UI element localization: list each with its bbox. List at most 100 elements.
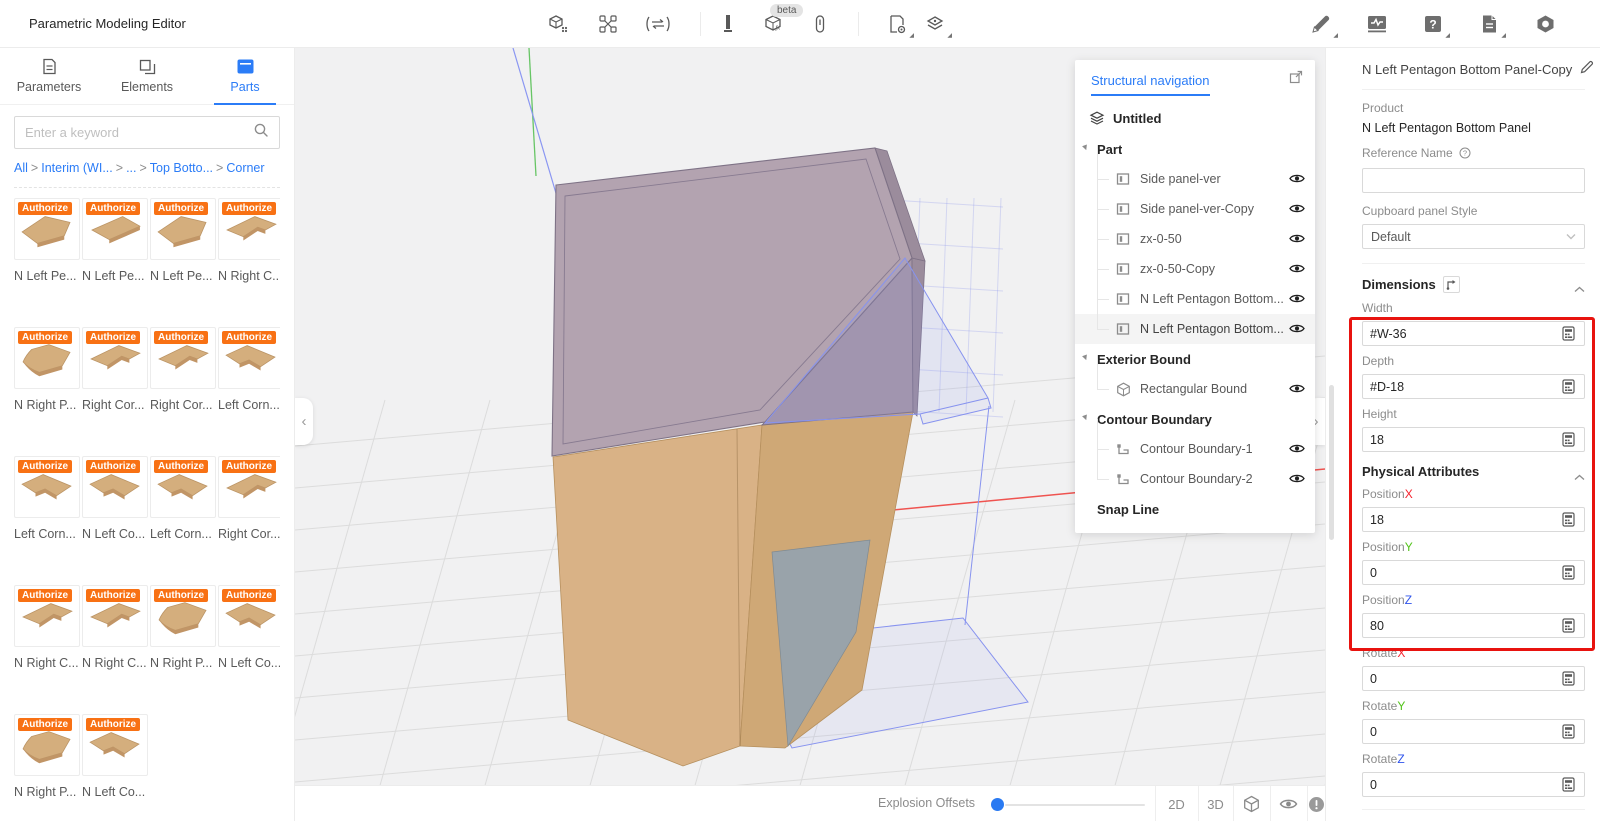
part-thumbnail[interactable]: Authorize [150,585,216,647]
node-network-icon[interactable] [595,11,621,37]
pencil-icon[interactable]: ◢ [1308,11,1338,39]
visibility-button[interactable] [1270,786,1307,821]
help-circle-icon[interactable]: ? [1459,147,1471,162]
swap-horizontal-icon[interactable] [645,11,671,37]
cube-view-button[interactable] [1233,786,1270,821]
tree-row[interactable]: Contour Boundary-2 [1075,449,1315,494]
reference-name-field[interactable] [1362,168,1585,193]
part-card[interactable]: Authorize N Right C... [82,585,148,698]
visibility-eye-icon[interactable] [1289,472,1305,486]
field-input[interactable] [1362,560,1585,585]
doc-export-icon[interactable]: ◢ [884,11,914,39]
viewport-3d[interactable]: ‹ › Structural navigation Untitled ▾ Par… [295,48,1325,821]
part-thumbnail[interactable]: Authorize [14,585,80,647]
mode-3d-button[interactable]: 3D [1198,786,1233,821]
search-icon[interactable] [253,122,269,143]
tree-row[interactable]: Side panel-ver-Copy [1075,179,1315,224]
rename-pencil-icon[interactable] [1580,60,1594,79]
keyword-search[interactable] [14,116,280,149]
field-input[interactable] [1362,772,1585,797]
field-input[interactable] [1362,507,1585,532]
calculator-icon[interactable] [1562,671,1577,687]
part-thumbnail[interactable]: Authorize [82,585,148,647]
part-card[interactable]: Authorize Left Corn... [150,456,216,569]
explosion-slider-handle[interactable] [991,798,1004,811]
part-thumbnail[interactable]: Authorize [82,198,148,260]
field-input[interactable] [1362,719,1585,744]
part-thumbnail[interactable]: Authorize [82,327,148,389]
part-thumbnail[interactable]: Authorize [14,327,80,389]
collapse-section-icon[interactable] [1574,280,1585,298]
field-input[interactable] [1362,666,1585,691]
cupboard-style-select[interactable]: Default [1362,224,1585,249]
tree-row[interactable]: N Left Pentagon Bottom... [1075,269,1315,314]
document-icon[interactable]: ◢ [1476,11,1506,39]
field-input[interactable] [1362,374,1585,399]
tree-row[interactable]: Rectangular Bound [1075,359,1315,404]
tree-row[interactable]: zx-0-50-Copy [1075,239,1315,284]
tree-row[interactable]: Snap Line [1075,494,1315,524]
part-thumbnail[interactable]: Authorize [218,327,280,389]
warning-button[interactable] [1307,786,1325,821]
reference-name-input[interactable] [1370,173,1577,188]
tab-elements[interactable]: Elements [98,48,196,104]
pillar-icon[interactable] [715,11,741,37]
tree-row[interactable]: Side panel-ver [1075,149,1315,194]
breadcrumb-item[interactable]: All [14,161,28,175]
tab-parts[interactable]: Parts [196,48,294,105]
visibility-eye-icon[interactable] [1289,292,1305,306]
part-thumbnail[interactable]: Authorize [14,456,80,518]
calculator-icon[interactable] [1562,565,1577,581]
visibility-eye-icon[interactable] [1289,172,1305,186]
part-thumbnail[interactable]: Authorize [218,198,280,260]
calculator-icon[interactable] [1562,618,1577,634]
part-card[interactable]: Authorize N Left Co... [82,456,148,569]
tree-row[interactable]: Untitled [1075,102,1315,134]
part-thumbnail[interactable]: Authorize [150,198,216,260]
tree-row[interactable]: Internal Zone [1075,524,1315,534]
tree-row[interactable]: Part [1075,134,1315,164]
model-cube-icon[interactable] [545,11,571,37]
part-card[interactable]: Authorize N Left Co... [218,585,280,698]
tab-parameters[interactable]: Parameters [0,48,98,104]
tree-row[interactable]: Contour Boundary [1075,404,1315,434]
part-card[interactable]: Authorize Left Corn... [14,456,80,569]
part-card[interactable]: Authorize N Left Pe... [14,198,80,311]
visibility-eye-icon[interactable] [1289,322,1305,336]
calculator-icon[interactable] [1562,326,1577,342]
visibility-eye-icon[interactable] [1289,262,1305,276]
geo-layers-icon[interactable]: ◢ [922,11,952,39]
collapse-section-icon[interactable] [1574,468,1585,486]
dimension-flow-icon[interactable] [1442,276,1460,293]
part-card[interactable]: Authorize N Right C... [218,198,280,311]
collapse-left-panel-handle[interactable]: ‹ [295,398,313,445]
part-card[interactable]: Authorize Right Cor... [218,456,280,569]
calculator-icon[interactable] [1562,512,1577,528]
tree-row[interactable]: N Left Pentagon Bottom... [1075,299,1315,344]
part-card[interactable]: Authorize Right Cor... [82,327,148,440]
part-thumbnail[interactable]: Authorize [218,456,280,518]
settings-nut-icon[interactable] [1532,11,1558,37]
activity-monitor-icon[interactable] [1364,11,1390,37]
part-thumbnail[interactable]: Authorize [150,327,216,389]
mode-2d-button[interactable]: 2D [1155,786,1198,821]
tree-row[interactable]: Exterior Bound [1075,344,1315,374]
calculator-icon[interactable] [1562,432,1577,448]
part-card[interactable]: Authorize N Left Pe... [150,198,216,311]
part-card[interactable]: Authorize Right Cor... [150,327,216,440]
field-input[interactable] [1362,321,1585,346]
part-card[interactable]: Authorize N Right P... [14,714,80,821]
breadcrumb-item[interactable]: ... [126,161,136,175]
visibility-eye-icon[interactable] [1289,442,1305,456]
part-thumbnail[interactable]: Authorize [150,456,216,518]
part-card[interactable]: Authorize N Right C... [14,585,80,698]
breadcrumb-item[interactable]: Top Botto... [150,161,213,175]
part-thumbnail[interactable]: Authorize [218,585,280,647]
field-input[interactable] [1362,613,1585,638]
part-card[interactable]: Authorize N Right P... [150,585,216,698]
breadcrumb-item[interactable]: Interim (WI... [41,161,113,175]
part-thumbnail[interactable]: Authorize [14,198,80,260]
visibility-eye-icon[interactable] [1289,232,1305,246]
calculator-icon[interactable] [1562,724,1577,740]
part-thumbnail[interactable]: Authorize [14,714,80,776]
